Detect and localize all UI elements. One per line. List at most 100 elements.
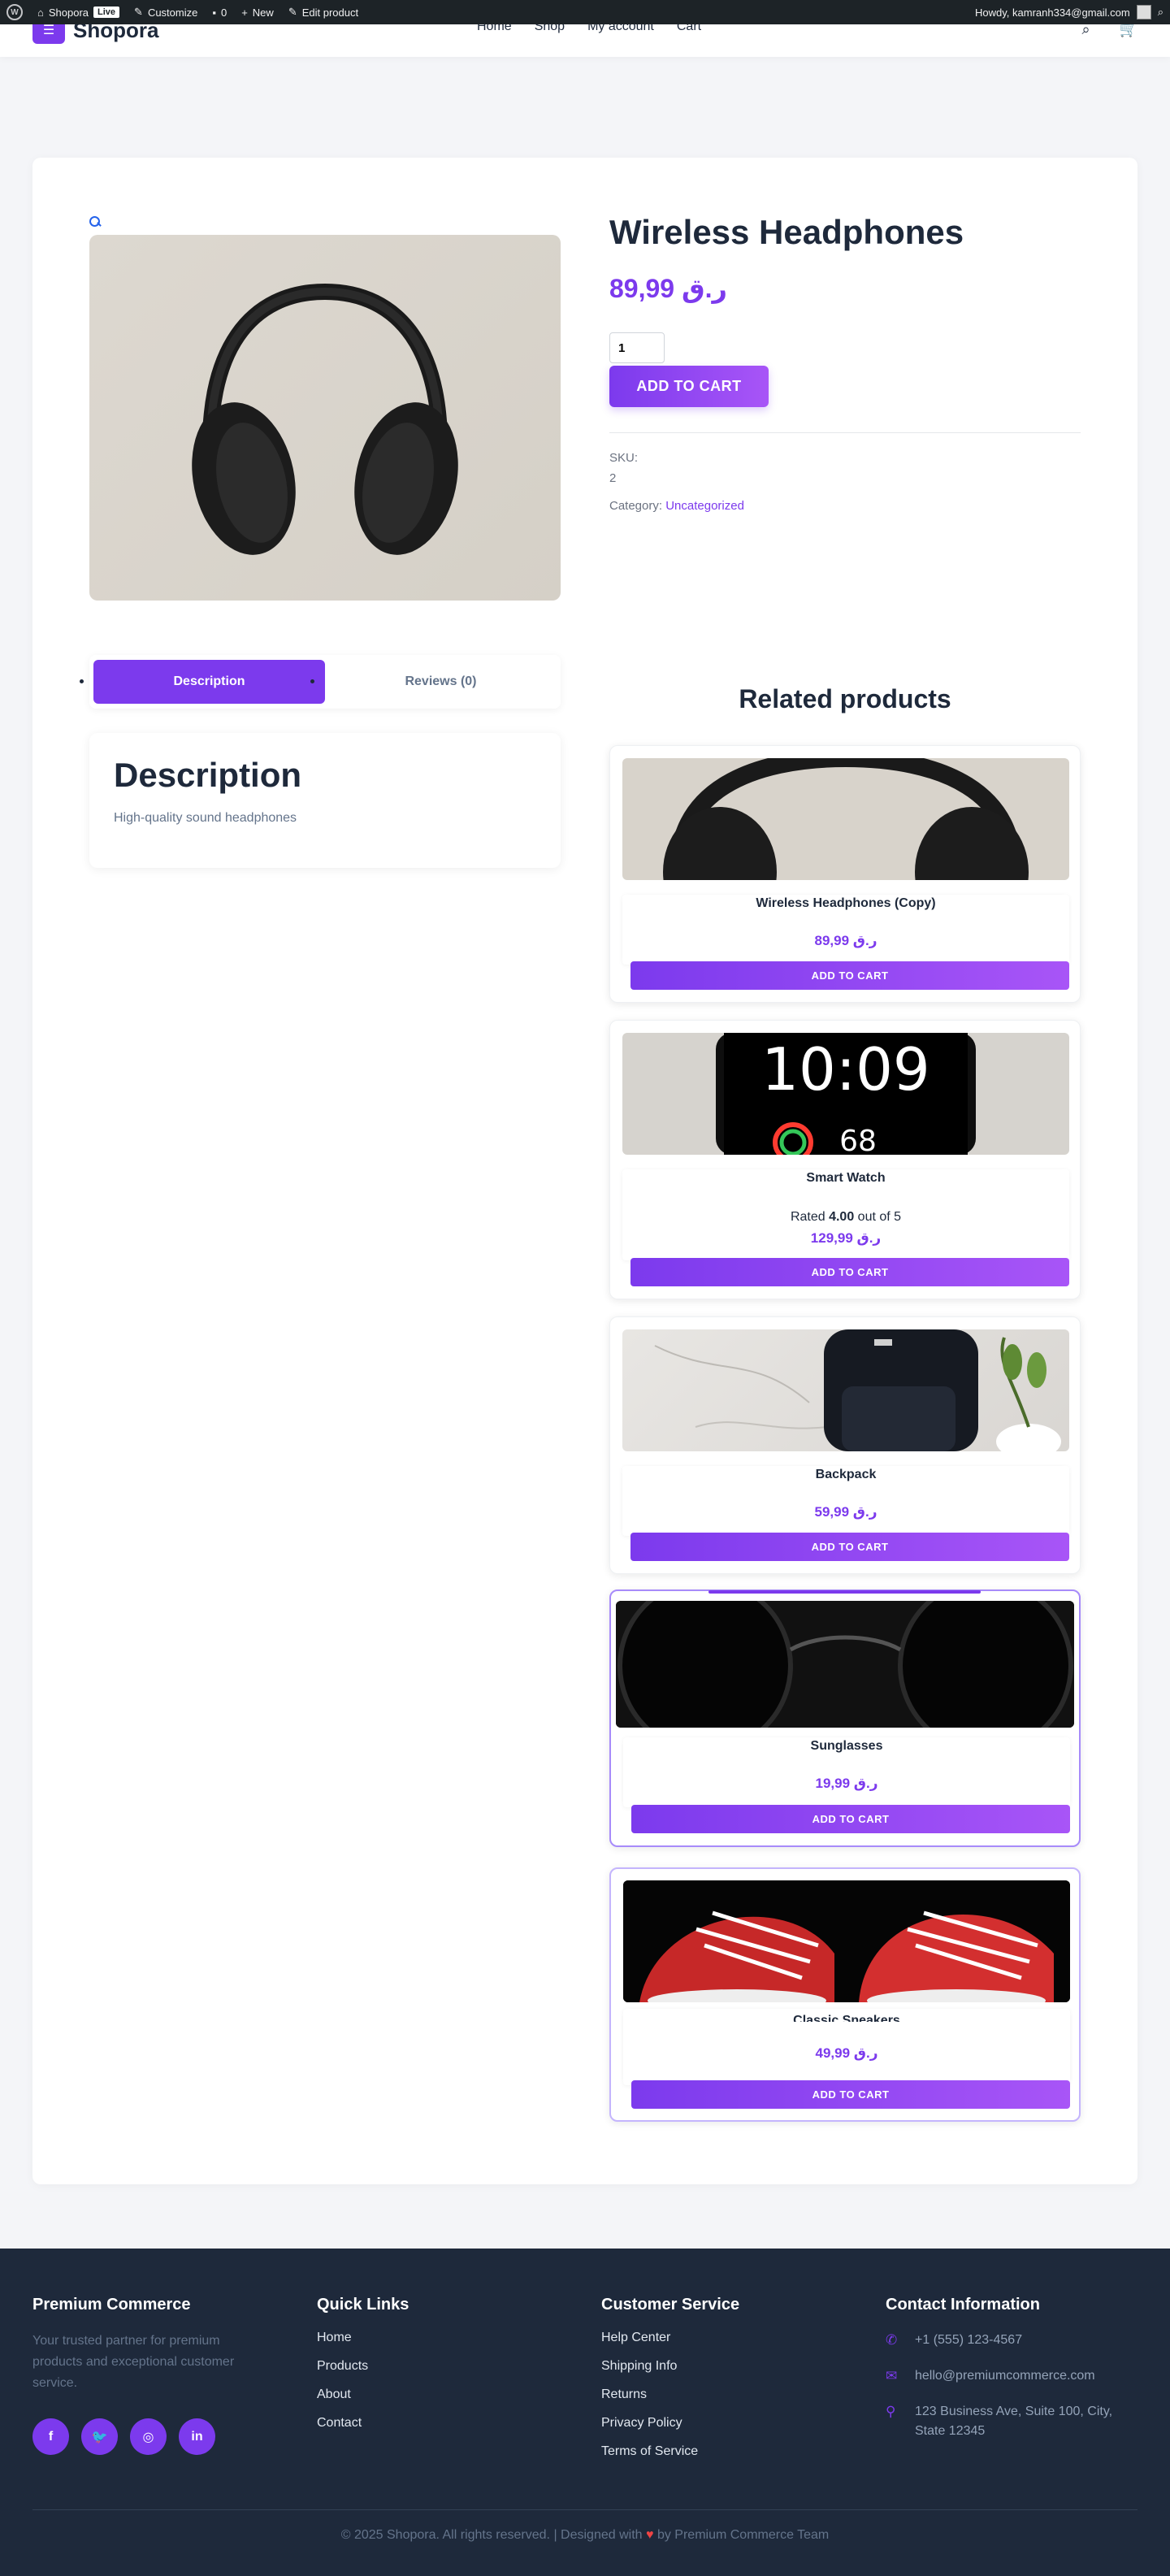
sku-value: 2 xyxy=(609,471,617,485)
product-price: ر.ق 49,99 xyxy=(815,2045,878,2061)
product-info: Sunglasses ر.ق 19,99 xyxy=(623,1737,1070,1807)
sneakers-thumbnail xyxy=(623,1880,1070,2002)
footer-link-shipping-info[interactable]: Shipping Info xyxy=(601,2359,739,2387)
footer-service-title: Customer Service xyxy=(601,2296,740,2314)
related-product-card[interactable]: Wireless Headphones (Copy) ر.ق 89,99 ADD… xyxy=(609,745,1081,1003)
add-to-cart-button[interactable]: ADD TO CART xyxy=(630,1533,1069,1561)
site-header: ☰ Shopora Home Shop My account Cart ⌕ 🛒 xyxy=(0,16,1170,57)
footer-quick-title: Quick Links xyxy=(317,2296,410,2314)
tab-description[interactable]: Description xyxy=(93,660,325,704)
product-price: ر.ق 19,99 xyxy=(815,1776,878,1791)
site-name-link[interactable]: ⌂ Shopora Live xyxy=(37,0,120,24)
description-title: Description xyxy=(114,756,302,794)
admin-bar: W ⌂ Shopora Live ✎ Customize ▪ 0 + New ✎… xyxy=(0,0,1170,24)
footer-link-returns[interactable]: Returns xyxy=(601,2387,739,2416)
category-link[interactable]: Uncategorized xyxy=(665,499,744,513)
footer-link-contact[interactable]: Contact xyxy=(317,2416,409,2444)
product-name[interactable]: Classic Sneakers xyxy=(623,2014,1070,2022)
footer-quick-links: Quick Links Home Products About Contact xyxy=(317,2296,409,2444)
product-price: ر.ق 89,99 xyxy=(609,274,727,303)
comments-link[interactable]: ▪ 0 xyxy=(212,0,227,24)
product-info: Classic Sneakers ر.ق 49,99 xyxy=(623,2009,1070,2085)
plus-icon: + xyxy=(241,6,248,19)
product-price: ر.ق 89,99 xyxy=(814,933,878,948)
svg-text:10:09: 10:09 xyxy=(761,1035,930,1104)
edit-product-link[interactable]: ✎ Edit product xyxy=(288,0,358,24)
product-image[interactable] xyxy=(616,1601,1074,1728)
sunglasses-thumbnail xyxy=(616,1601,1074,1728)
contact-phone: ✆ +1 (555) 123-4567 xyxy=(886,2331,1142,2350)
instagram-icon[interactable]: ◎ xyxy=(130,2418,167,2455)
category-label: Category: xyxy=(609,499,663,513)
comment-icon: ▪ xyxy=(212,6,216,19)
wordpress-logo-icon[interactable]: W xyxy=(6,0,23,24)
product-price: ر.ق 129,99 xyxy=(810,1230,882,1246)
search-icon[interactable]: ⌕ xyxy=(1158,6,1164,19)
headphones-image xyxy=(192,283,458,555)
product-image[interactable] xyxy=(622,758,1069,880)
footer-about-title: Premium Commerce xyxy=(32,2296,191,2314)
related-product-card[interactable]: Backpack ر.ق 59,99 ADD TO CART xyxy=(609,1316,1081,1574)
contact-address: ⚲ 123 Business Ave, Suite 100, City, Sta… xyxy=(886,2404,1113,2438)
category-meta: Category: Uncategorized xyxy=(609,499,744,513)
footer-link-home[interactable]: Home xyxy=(317,2331,409,2359)
product-name[interactable]: Smart Watch xyxy=(622,1171,1069,1186)
facebook-icon[interactable]: f xyxy=(32,2418,69,2455)
smart-watch-thumbnail: 10:09 68 xyxy=(716,1033,976,1155)
pencil-icon: ✎ xyxy=(288,6,297,18)
sku-label: SKU: xyxy=(609,451,639,465)
add-to-cart-button[interactable]: ADD TO CART xyxy=(609,366,769,407)
related-product-card[interactable]: 10:09 68 Smart Watch Rated 4.00 out of 5… xyxy=(609,1020,1081,1299)
divider xyxy=(609,432,1081,433)
social-links: f 🐦 ◎ in xyxy=(32,2418,260,2455)
live-badge: Live xyxy=(93,7,120,18)
customize-link[interactable]: ✎ Customize xyxy=(134,0,197,24)
copyright: © 2025 Shopora. All rights reserved. | D… xyxy=(340,2528,830,2542)
avatar[interactable] xyxy=(1136,5,1151,20)
quantity-input[interactable] xyxy=(609,332,665,363)
site-footer: Premium Commerce Your trusted partner fo… xyxy=(0,2249,1170,2576)
product-image[interactable]: 10:09 68 xyxy=(622,1033,1069,1155)
footer-link-terms-of-service[interactable]: Terms of Service xyxy=(601,2444,739,2473)
footer-link-products[interactable]: Products xyxy=(317,2359,409,2387)
contact-email: ✉ hello@premiumcommerce.com xyxy=(886,2366,1142,2386)
product-tabs: Description Reviews (0) xyxy=(80,655,561,709)
new-content-link[interactable]: + New xyxy=(241,0,274,24)
envelope-icon: ✉ xyxy=(886,2368,898,2383)
product-image[interactable] xyxy=(622,1329,1069,1451)
footer-customer-service: Customer Service Help Center Shipping In… xyxy=(601,2296,739,2473)
tab-reviews[interactable]: Reviews (0) xyxy=(325,660,557,704)
footer-divider xyxy=(32,2509,1138,2510)
footer-link-help-center[interactable]: Help Center xyxy=(601,2331,739,2359)
footer-about-text: Your trusted partner for premium product… xyxy=(32,2334,235,2390)
product-info: Backpack ر.ق 59,99 xyxy=(622,1466,1069,1536)
linkedin-icon[interactable]: in xyxy=(179,2418,215,2455)
product-info: Smart Watch Rated 4.00 out of 5 ر.ق 129,… xyxy=(622,1169,1069,1260)
footer-link-about[interactable]: About xyxy=(317,2387,409,2416)
related-products-title: Related products xyxy=(739,684,951,713)
footer-about: Premium Commerce Your trusted partner fo… xyxy=(32,2296,260,2455)
twitter-icon[interactable]: 🐦 xyxy=(81,2418,118,2455)
headphones-thumbnail xyxy=(663,758,1029,880)
add-to-cart-button[interactable]: ADD TO CART xyxy=(631,1805,1070,1833)
brush-icon: ✎ xyxy=(134,6,143,18)
howdy-account-link[interactable]: Howdy, kamranh334@gmail.com xyxy=(975,7,1130,19)
product-name[interactable]: Sunglasses xyxy=(623,1739,1070,1754)
footer-link-privacy-policy[interactable]: Privacy Policy xyxy=(601,2416,739,2444)
product-image[interactable] xyxy=(623,1880,1070,2002)
zoom-icon[interactable] xyxy=(89,216,101,228)
heart-icon: ♥ xyxy=(646,2528,654,2542)
backpack-thumbnail xyxy=(654,1329,1061,1451)
svg-text:68: 68 xyxy=(839,1125,877,1155)
add-to-cart-button[interactable]: ADD TO CART xyxy=(630,961,1069,990)
product-rating: Rated 4.00 out of 5 xyxy=(790,1210,902,1224)
phone-icon: ✆ xyxy=(886,2332,898,2348)
related-product-card[interactable]: Classic Sneakers ر.ق 49,99 ADD TO CART xyxy=(609,1867,1081,2122)
location-pin-icon: ⚲ xyxy=(886,2404,896,2419)
product-name[interactable]: Backpack xyxy=(622,1468,1069,1482)
add-to-cart-button[interactable]: ADD TO CART xyxy=(631,2080,1070,2109)
add-to-cart-button[interactable]: ADD TO CART xyxy=(630,1258,1069,1286)
related-product-card[interactable]: Sunglasses ر.ق 19,99 ADD TO CART xyxy=(609,1589,1081,1847)
product-main-image[interactable] xyxy=(89,235,561,601)
product-name[interactable]: Wireless Headphones (Copy) xyxy=(622,896,1069,911)
